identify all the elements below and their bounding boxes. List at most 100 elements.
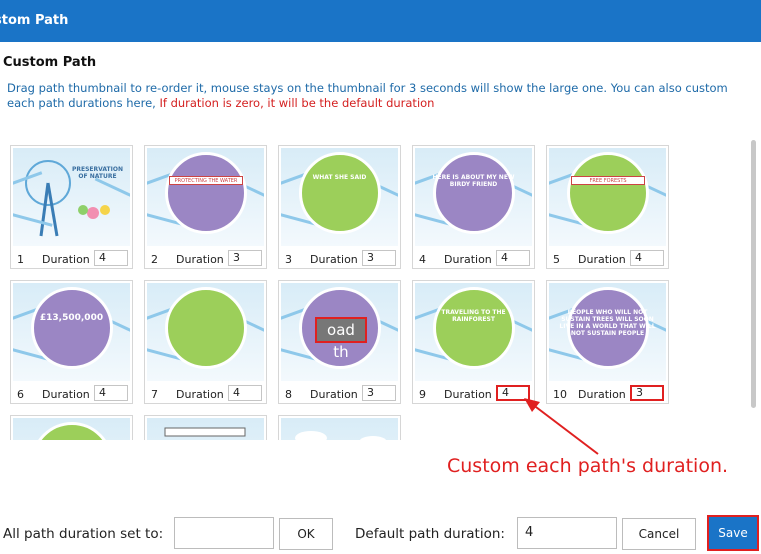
slide-circle — [299, 152, 381, 234]
section-title: Custom Path — [3, 55, 97, 70]
path-thumbnail-card[interactable]: £13,500,000 6 Duration 4 — [10, 280, 133, 404]
path-thumbnail-image[interactable]: FREE FORESTS — [549, 148, 666, 246]
thank-you-icon — [295, 431, 387, 440]
default-duration-label: Default path duration: — [355, 526, 505, 542]
path-thumbnail-card[interactable]: THANK YOU — [278, 415, 401, 440]
slide-circle — [31, 422, 113, 440]
path-thumbnail-image[interactable] — [147, 283, 264, 381]
slide-caption: PRESERVATION OF NATURE — [71, 166, 124, 180]
vertical-scrollbar[interactable] — [748, 138, 758, 440]
duration-input[interactable]: 4 — [94, 385, 128, 401]
path-thumbnail-image[interactable]: PROTECTING THE WATER — [147, 148, 264, 246]
duration-label: Duration — [310, 253, 358, 266]
annotation-arrow — [524, 398, 599, 455]
path-meta: 8 Duration 3 — [279, 384, 400, 404]
default-duration-input[interactable]: 4 — [517, 517, 617, 549]
duration-label: Duration — [444, 388, 492, 401]
path-meta: 5 Duration 4 — [547, 249, 668, 269]
slide-caption: HERE IS ABOUT MY NEW BIRDY FRIEND — [432, 174, 515, 188]
path-number: 7 — [151, 388, 158, 401]
ferris-wheel-icon — [25, 160, 110, 237]
slide-caption: TRAVELING TO THE RAINFOREST — [441, 309, 506, 323]
path-number: 1 — [17, 253, 24, 266]
path-number: 5 — [553, 253, 560, 266]
window-title: stom Path — [0, 13, 69, 28]
path-number: 3 — [285, 253, 292, 266]
path-thumbnail-image[interactable] — [13, 418, 130, 440]
duration-input[interactable]: 3 — [362, 385, 396, 401]
slide-circle — [567, 152, 649, 234]
duration-input[interactable]: 3 — [362, 250, 396, 266]
path-meta: 1 Duration 4 — [11, 249, 132, 269]
bottom-bar: All path duration set to: OK Default pat… — [0, 514, 761, 554]
path-meta: 7 Duration 4 — [145, 384, 266, 404]
save-button[interactable]: Save — [707, 515, 759, 551]
slide-banner: PROTECTING THE WATER — [169, 176, 243, 185]
slide-circle — [433, 287, 515, 369]
thumbnail-grid: PRESERVATION OF NATURE 1 Duration 4 PROTECTI… — [0, 138, 748, 440]
duration-annotation: Custom each path's duration. — [447, 455, 729, 477]
path-thumbnail-image[interactable]: PRESERVATION OF NATURE — [13, 148, 130, 246]
duration-input[interactable]: 3 — [630, 385, 664, 401]
path-thumbnail-image[interactable]: WHAT SHE SAID — [281, 148, 398, 246]
slide-caption: WHAT SHE SAID — [312, 174, 367, 181]
path-number: 6 — [17, 388, 24, 401]
duration-input[interactable]: 4 — [630, 250, 664, 266]
ok-button[interactable]: OK — [279, 518, 333, 550]
path-meta: 3 Duration 3 — [279, 249, 400, 269]
duration-label: Duration — [578, 253, 626, 266]
path-meta: 4 Duration 4 — [413, 249, 534, 269]
duration-input[interactable]: 4 — [496, 250, 530, 266]
slide-circle — [165, 152, 247, 234]
slide-circle — [165, 287, 247, 369]
duration-label: Duration — [42, 253, 90, 266]
slide-caption: PEOPLE WHO WILL NOT SUSTAIN TREES WILL S… — [559, 309, 656, 337]
description: Drag path thumbnail to re-order it, mous… — [7, 81, 742, 111]
path-thumbnail-image[interactable]: PEOPLE WHO WILL NOT SUSTAIN TREES WILL S… — [549, 283, 666, 381]
path-thumbnail-card[interactable] — [144, 415, 267, 440]
all-duration-label: All path duration set to: — [3, 526, 164, 542]
scrollbar-thumb[interactable] — [751, 140, 756, 408]
path-meta: 2 Duration 3 — [145, 249, 266, 269]
path-thumbnail-card[interactable]: oad th 8 Duration 3 — [278, 280, 401, 404]
path-thumbnail-card[interactable]: FREE FORESTS 5 Duration 4 — [546, 145, 669, 269]
duration-label: Duration — [176, 388, 224, 401]
cancel-button[interactable]: Cancel — [622, 518, 696, 550]
path-thumbnail-image[interactable]: oad th — [281, 283, 398, 381]
slide-caption: £13,500,000 — [39, 313, 104, 323]
path-thumbnail-image[interactable]: TRAVELING TO THE RAINFOREST — [415, 283, 532, 381]
duration-label: Duration — [310, 388, 358, 401]
path-thumbnail-image[interactable]: THANK YOU — [281, 418, 398, 440]
slide-circle — [31, 287, 113, 369]
path-number: 8 — [285, 388, 292, 401]
path-thumbnail-image[interactable]: £13,500,000 — [13, 283, 130, 381]
duration-label: Duration — [444, 253, 492, 266]
path-thumbnail-card[interactable]: TRAVELING TO THE RAINFOREST 9 Duration 4 — [412, 280, 535, 404]
list-slide-icon — [164, 427, 246, 437]
duration-label: Duration — [176, 253, 224, 266]
duration-input[interactable]: 4 — [94, 250, 128, 266]
duration-input[interactable]: 3 — [228, 250, 262, 266]
path-number: 2 — [151, 253, 158, 266]
path-thumbnail-card[interactable]: PEOPLE WHO WILL NOT SUSTAIN TREES WILL S… — [546, 280, 669, 404]
duration-input[interactable]: 4 — [228, 385, 262, 401]
path-number: 4 — [419, 253, 426, 266]
path-number: 9 — [419, 388, 426, 401]
all-duration-input[interactable] — [174, 517, 274, 549]
path-meta: 6 Duration 4 — [11, 384, 132, 404]
path-thumbnail-card[interactable]: PRESERVATION OF NATURE 1 Duration 4 — [10, 145, 133, 269]
path-thumbnail-card[interactable]: HERE IS ABOUT MY NEW BIRDY FRIEND 4 Durati… — [412, 145, 535, 269]
path-thumbnail-card[interactable]: WHAT SHE SAID 3 Duration 3 — [278, 145, 401, 269]
description-warning: If duration is zero, it will be the defa… — [159, 96, 435, 110]
path-thumbnail-image[interactable] — [147, 418, 264, 440]
slide-circle — [433, 152, 515, 234]
path-thumbnail-card[interactable] — [10, 415, 133, 440]
slide-banner: FREE FORESTS — [571, 176, 645, 185]
duration-label: Duration — [42, 388, 90, 401]
path-thumbnail-image[interactable]: HERE IS ABOUT MY NEW BIRDY FRIEND — [415, 148, 532, 246]
path-thumbnail-card[interactable]: PROTECTING THE WATER 2 Duration 3 — [144, 145, 267, 269]
window-titlebar: stom Path — [0, 0, 761, 42]
path-meta: 9 Duration 4 — [413, 384, 534, 404]
slide-caption: oad th — [315, 317, 367, 361]
path-thumbnail-card[interactable]: 7 Duration 4 — [144, 280, 267, 404]
